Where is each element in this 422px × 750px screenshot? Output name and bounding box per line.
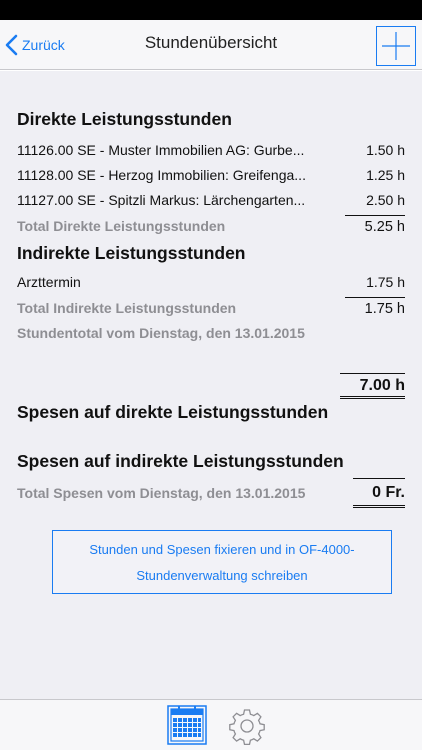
list-item[interactable]: 11127.00 SE - Spitzli Markus: Lärchengar… bbox=[17, 192, 405, 212]
add-button[interactable] bbox=[376, 26, 416, 66]
entry-description: 11126.00 SE - Muster Immobilien AG: Gurb… bbox=[17, 142, 305, 158]
direct-hours-total-value: 5.25 h bbox=[345, 215, 405, 235]
back-button[interactable]: Zurück bbox=[4, 30, 65, 60]
fix-and-write-button-line2: Stundenverwaltung schreiben bbox=[136, 568, 308, 583]
day-total-label: Stundentotal vom Dienstag, den 13.01.201… bbox=[17, 325, 305, 341]
direct-hours-total: Total Direkte Leistungsstunden 5.25 h bbox=[17, 215, 405, 237]
fix-and-write-button-line1: Stunden und Spesen fixieren und in OF-40… bbox=[89, 542, 355, 557]
list-item[interactable]: Arzttermin 1.75 h bbox=[17, 274, 405, 294]
entry-description: 11127.00 SE - Spitzli Markus: Lärchengar… bbox=[17, 192, 306, 208]
entry-hours: 1.50 h bbox=[366, 142, 405, 158]
day-total-value: 7.00 h bbox=[340, 373, 405, 399]
expenses-total-value: 0 Fr. bbox=[353, 478, 405, 508]
gear-icon bbox=[229, 709, 265, 746]
direct-hours-total-label: Total Direkte Leistungsstunden bbox=[17, 218, 226, 234]
plus-icon bbox=[382, 32, 410, 60]
entry-description: 11128.00 SE - Herzog Immobilien: Greifen… bbox=[17, 167, 306, 183]
chevron-left-icon bbox=[5, 34, 18, 56]
calendar-icon bbox=[167, 705, 207, 745]
expenses-total-label: Total Spesen vom Dienstag, den 13.01.201… bbox=[17, 485, 306, 501]
expenses-total: Total Spesen vom Dienstag, den 13.01.201… bbox=[17, 478, 405, 513]
direct-expenses-title: Spesen auf direkte Leistungsstunden bbox=[17, 402, 329, 422]
indirect-hours-title: Indirekte Leistungsstunden bbox=[17, 243, 246, 263]
entry-description: Arzttermin bbox=[17, 274, 81, 290]
navigation-bar: Zurück Stundenübersicht bbox=[0, 20, 422, 70]
list-item[interactable]: 11126.00 SE - Muster Immobilien AG: Gurb… bbox=[17, 142, 405, 162]
direct-hours-title: Direkte Leistungsstunden bbox=[17, 109, 232, 129]
fix-and-write-button[interactable]: Stunden und Spesen fixieren und in OF-40… bbox=[52, 530, 392, 594]
tab-calendar[interactable] bbox=[167, 705, 207, 745]
indirect-hours-total-value: 1.75 h bbox=[345, 297, 405, 317]
indirect-hours-total-label: Total Indirekte Leistungsstunden bbox=[17, 300, 237, 316]
status-bar bbox=[0, 0, 422, 20]
tab-settings[interactable] bbox=[228, 707, 266, 746]
hours-overview: Direkte Leistungsstunden 11126.00 SE - M… bbox=[0, 71, 422, 699]
entry-hours: 2.50 h bbox=[366, 192, 405, 208]
entry-hours: 1.25 h bbox=[366, 167, 405, 183]
indirect-expenses-title: Spesen auf indirekte Leistungsstunden bbox=[17, 451, 344, 471]
entry-hours: 1.75 h bbox=[366, 274, 405, 290]
tab-bar bbox=[0, 699, 422, 750]
indirect-hours-total: Total Indirekte Leistungsstunden 1.75 h bbox=[17, 297, 405, 319]
list-item[interactable]: 11128.00 SE - Herzog Immobilien: Greifen… bbox=[17, 167, 405, 187]
back-button-label: Zurück bbox=[22, 37, 65, 53]
